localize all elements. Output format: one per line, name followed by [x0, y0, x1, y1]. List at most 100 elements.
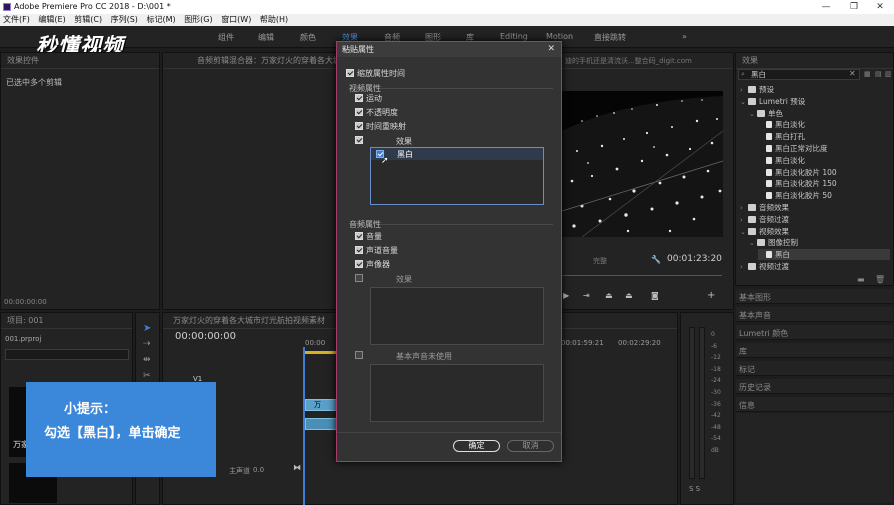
effects-preset-item[interactable]: 黑白: [758, 249, 890, 261]
project-search-input[interactable]: [5, 349, 129, 360]
workspace-edit[interactable]: 编辑: [258, 32, 274, 43]
history-tab[interactable]: 历史记录: [736, 379, 893, 394]
effects-folder[interactable]: ⌄ 视频效果: [740, 226, 789, 237]
ok-button[interactable]: 确定: [453, 440, 500, 452]
meter-tick: -48: [711, 423, 721, 431]
expand-right-icon[interactable]: ›: [740, 216, 748, 224]
play-icon[interactable]: ▶: [563, 291, 569, 300]
effects-preset-item[interactable]: 黑白淡化: [758, 155, 805, 166]
effects-preset-item[interactable]: 黑白淡化: [758, 119, 805, 130]
minimize-icon[interactable]: —: [812, 0, 840, 14]
effects-folder[interactable]: ⌄ 单色: [749, 108, 783, 119]
effects-folder[interactable]: ⌄ 图像控制: [749, 237, 798, 248]
effects-folder[interactable]: › 音频过渡: [740, 214, 789, 225]
workspace-editing[interactable]: Editing: [500, 32, 528, 41]
accelerated-effects-icon[interactable]: ▦: [864, 70, 871, 78]
effects-folder[interactable]: › 视频过渡: [740, 261, 789, 272]
razor-tool-icon[interactable]: ✂: [143, 371, 151, 381]
dialog-close-icon[interactable]: ✕: [547, 42, 555, 57]
panner-checkbox[interactable]: [355, 260, 363, 268]
scale-attr-checkbox[interactable]: [346, 69, 354, 77]
clear-search-icon[interactable]: ✕: [849, 69, 856, 78]
expand-down-icon[interactable]: ⌄: [740, 228, 748, 236]
camera-icon[interactable]: ◙: [651, 291, 659, 300]
markers-tab[interactable]: 标记: [736, 361, 893, 376]
expand-right-icon[interactable]: ›: [740, 86, 748, 94]
effects-search-value: 黑白: [751, 70, 766, 79]
expand-down-icon[interactable]: ⌄: [749, 239, 757, 247]
channel-volume-checkbox[interactable]: [355, 246, 363, 254]
menu-file[interactable]: 文件(F): [0, 14, 33, 26]
fit-dropdown[interactable]: 完整: [593, 256, 607, 266]
menu-sequence[interactable]: 序列(S): [108, 14, 141, 26]
effects-preset-item[interactable]: 黑白淡化胶片 150: [758, 178, 837, 189]
workspace-motion[interactable]: Motion: [546, 32, 573, 41]
effects-preset-item[interactable]: 黑白淡化胶片 50: [758, 190, 832, 201]
essential-sound-checkbox[interactable]: [355, 351, 363, 359]
effects-preset-item[interactable]: 黑白打孔: [758, 131, 805, 142]
expand-down-icon[interactable]: ⌄: [749, 110, 757, 118]
wrench-icon[interactable]: 🔧: [651, 255, 661, 264]
effect-controls-tab[interactable]: 效果控件: [1, 53, 159, 69]
motion-checkbox[interactable]: [355, 94, 363, 102]
effects-folder[interactable]: › 预设: [740, 84, 774, 95]
info-tab[interactable]: 信息: [736, 397, 893, 412]
motion-label: 运动: [366, 94, 382, 103]
expand-right-icon[interactable]: ›: [740, 204, 748, 212]
workspace-custom[interactable]: 直接跳转: [594, 32, 626, 43]
menu-window[interactable]: 窗口(W): [218, 14, 254, 26]
time-remap-checkbox[interactable]: [355, 122, 363, 130]
audio-clip[interactable]: [305, 418, 337, 430]
step-forward-icon[interactable]: ⇥: [583, 291, 590, 300]
meter-right: [699, 327, 705, 479]
video-effects-checkbox[interactable]: [355, 136, 363, 144]
meter-tick: -24: [711, 377, 721, 385]
close-icon[interactable]: ✕: [866, 0, 894, 14]
program-ruler[interactable]: [562, 275, 722, 276]
yuv-effects-icon[interactable]: ▥: [885, 70, 892, 78]
menu-clip[interactable]: 剪辑(C): [71, 14, 105, 26]
new-bin-icon[interactable]: ▬: [857, 275, 865, 284]
workspace-assembly[interactable]: 组件: [218, 32, 234, 43]
effects-tab[interactable]: 效果: [736, 53, 893, 69]
lumetri-color-tab[interactable]: Lumetri 颜色: [736, 325, 893, 340]
menu-graphics[interactable]: 图形(G): [181, 14, 215, 26]
extract-icon[interactable]: ⏏: [625, 291, 633, 300]
menu-marker[interactable]: 标记(M): [143, 14, 178, 26]
menu-edit[interactable]: 编辑(E): [35, 14, 68, 26]
delete-icon[interactable]: 🗑: [875, 275, 885, 284]
effects-preset-item[interactable]: 黑白淡化胶片 100: [758, 167, 837, 178]
window-title: Adobe Premiere Pro CC 2018 - D:\001 *: [14, 2, 171, 11]
video-clip[interactable]: 万: [305, 399, 337, 411]
project-tab[interactable]: 项目: 001: [1, 313, 132, 329]
volume-checkbox[interactable]: [355, 232, 363, 240]
workspace-more-icon[interactable]: »: [682, 32, 687, 41]
expand-down-icon[interactable]: ⌄: [740, 98, 748, 106]
solo-buttons[interactable]: S S: [689, 485, 700, 493]
zoom-handle-icon[interactable]: ⧓: [293, 463, 301, 472]
effects-search-input[interactable]: ⌕ 黑白: [738, 69, 860, 80]
maximize-icon[interactable]: ❐: [840, 0, 868, 14]
essential-graphics-tab[interactable]: 基本图形: [736, 289, 893, 304]
cancel-button[interactable]: 取消: [507, 440, 554, 452]
audio-effects-checkbox[interactable]: [355, 274, 363, 282]
lift-icon[interactable]: ⏏: [605, 291, 613, 300]
ripple-edit-tool-icon[interactable]: ⇹: [143, 355, 151, 365]
expand-right-icon[interactable]: ›: [740, 263, 748, 271]
add-button-icon[interactable]: +: [707, 290, 715, 301]
audio-separator: [381, 224, 553, 225]
menu-help[interactable]: 帮助(H): [257, 14, 291, 26]
meter-tick: -42: [711, 412, 721, 420]
video-effect-row[interactable]: 黑白: [371, 148, 543, 160]
workspace-color[interactable]: 颜色: [300, 32, 316, 43]
selection-tool-icon[interactable]: ➤: [143, 323, 151, 334]
opacity-checkbox[interactable]: [355, 108, 363, 116]
essential-sound-tab[interactable]: 基本声音: [736, 307, 893, 322]
effects-preset-item[interactable]: 黑白正常对比度: [758, 143, 828, 154]
effects-folder[interactable]: ⌄ Lumetri 预设: [740, 96, 805, 107]
track-select-tool-icon[interactable]: ⇢: [143, 339, 151, 349]
32bit-effects-icon[interactable]: ▤: [875, 70, 882, 78]
effects-folder[interactable]: › 音频效果: [740, 202, 789, 213]
libraries-tab[interactable]: 库: [736, 343, 893, 358]
preset-icon: [766, 145, 772, 152]
